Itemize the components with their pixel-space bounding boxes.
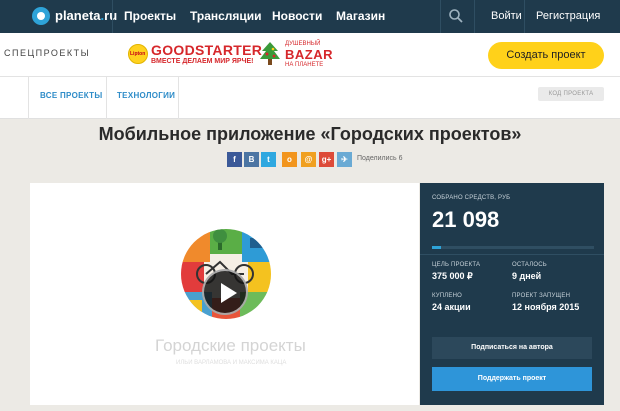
days-left-label: ОСТАЛОСЬ	[512, 262, 547, 268]
login-link[interactable]: Войти	[491, 10, 522, 22]
started-value: 12 ноября 2015	[512, 302, 580, 312]
mail-icon[interactable]: @	[301, 152, 316, 167]
planeta-logo-icon[interactable]	[32, 7, 50, 25]
goal-value: 375 000 ₽	[432, 271, 473, 281]
special-projects-label: СПЕЦПРОЕКТЫ	[4, 48, 91, 58]
category-divider	[106, 77, 107, 119]
panel-divider	[420, 254, 604, 255]
facebook-icon[interactable]: f	[227, 152, 242, 167]
collected-label: СОБРАНО СРЕДСТВ, РУБ	[432, 195, 511, 201]
nav-item-broadcasts[interactable]: Трансляции	[190, 9, 262, 23]
days-left-value: 9 дней	[512, 271, 542, 281]
bought-value: 24 акции	[432, 302, 471, 312]
nav-divider	[474, 0, 475, 33]
bazar-title[interactable]: BAZAR	[285, 47, 333, 62]
bought-label: КУПЛЕНО	[432, 293, 463, 299]
nav-divider	[440, 0, 441, 33]
nav-item-projects[interactable]: Проекты	[124, 9, 176, 23]
play-icon[interactable]	[202, 269, 248, 315]
category-bar: ВСЕ ПРОЕКТЫ ТЕХНОЛОГИИ КОД ПРОЕКТА	[0, 77, 620, 119]
lipton-logo[interactable]: Lipton	[128, 44, 148, 64]
nav-divider	[524, 0, 525, 33]
google-plus-icon[interactable]: g+	[319, 152, 334, 167]
bazar-bottom-text: НА ПЛАНЕТЕ	[285, 62, 324, 68]
christmas-tree-icon[interactable]	[258, 41, 282, 67]
create-project-button[interactable]: Создать проект	[488, 42, 604, 69]
top-navigation: planeta.ru Проекты Трансляции Новости Ма…	[0, 0, 620, 33]
project-code-button[interactable]: КОД ПРОЕКТА	[538, 87, 604, 101]
funding-progress-bar	[432, 246, 594, 249]
brand-name[interactable]: planeta.ru	[55, 8, 117, 23]
goodstarter-title[interactable]: GOODSTARTER	[151, 42, 262, 58]
twitter-icon[interactable]: t	[261, 152, 276, 167]
odnoklassniki-icon[interactable]: o	[282, 152, 297, 167]
nav-item-news[interactable]: Новости	[272, 9, 322, 23]
category-technology[interactable]: ТЕХНОЛОГИИ	[117, 91, 175, 100]
started-label: ПРОЕКТ ЗАПУЩЕН	[512, 293, 571, 299]
register-link[interactable]: Регистрация	[536, 10, 600, 22]
funding-progress-fill	[432, 246, 442, 249]
video-subtitle: ИЛЬИ ВАРЛАМОВА И МАКСИМА КАЦА	[176, 360, 287, 366]
livejournal-icon[interactable]: ✈	[337, 152, 352, 167]
nav-divider	[112, 0, 113, 33]
support-project-button[interactable]: Поддержать проект	[432, 367, 592, 391]
category-divider	[28, 77, 29, 119]
special-projects-bar: СПЕЦПРОЕКТЫ Lipton GOODSTARTER ВМЕСТЕ ДЕ…	[0, 33, 620, 77]
video-title: Городские проекты	[155, 336, 306, 355]
nav-item-shop[interactable]: Магазин	[336, 9, 385, 23]
category-all-projects[interactable]: ВСЕ ПРОЕКТЫ	[40, 91, 102, 100]
share-count: Поделились 6	[357, 155, 403, 162]
subscribe-author-button[interactable]: Подписаться на автора	[432, 337, 592, 359]
goal-label: ЦЕЛЬ ПРОЕКТА	[432, 262, 481, 268]
category-divider	[178, 77, 179, 119]
vk-icon[interactable]: B	[244, 152, 259, 167]
goodstarter-subtitle: ВМЕСТЕ ДЕЛАЕМ МИР ЯРЧЕ!	[151, 58, 254, 65]
collected-amount: 21 098	[432, 207, 500, 232]
project-title: Мобильное приложение «Городских проектов…	[98, 124, 522, 144]
funding-panel: СОБРАНО СРЕДСТВ, РУБ 21 098 ЦЕЛЬ ПРОЕКТА…	[420, 183, 604, 405]
search-icon[interactable]	[448, 8, 464, 24]
